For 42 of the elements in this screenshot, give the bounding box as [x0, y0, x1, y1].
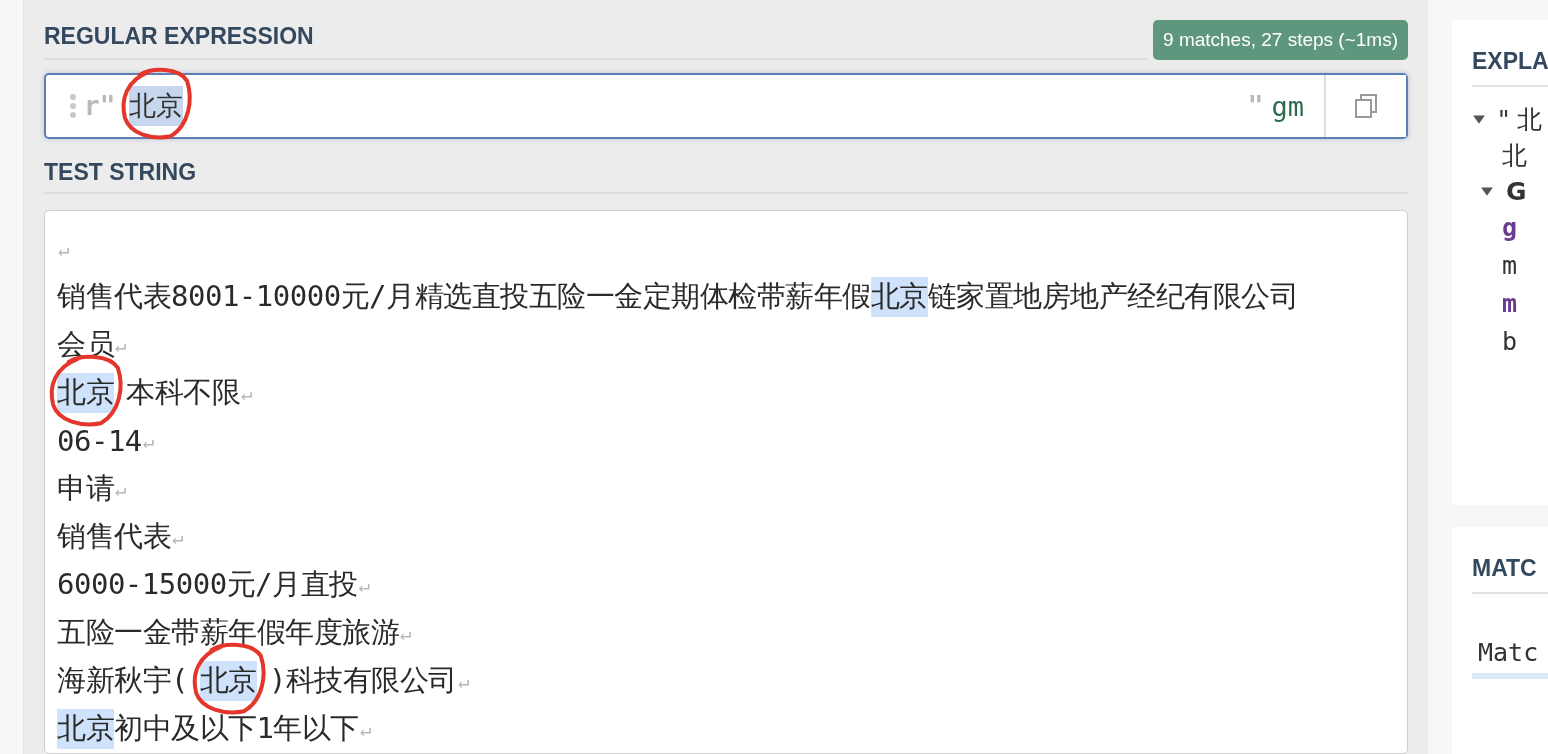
token-text: g [1502, 212, 1518, 244]
section-title: MATC [1472, 547, 1548, 594]
newline-mark: ↵ [358, 574, 370, 596]
newline-mark: ↵ [241, 382, 253, 404]
node-label: G [1506, 176, 1527, 206]
test-text: 申请 [57, 470, 114, 507]
test-text: 06-14 [57, 424, 142, 458]
delimiter-text: r" [84, 91, 116, 121]
newline-mark: ↵ [359, 718, 372, 740]
flags-text[interactable]: gm [1271, 90, 1304, 122]
newline-mark: ↵ [115, 478, 127, 500]
section-title: EXPLA [1472, 40, 1548, 87]
newline-mark: ↵ [142, 430, 155, 452]
test-text: 销售代表8001-10000元/月精选直投五险一金定期体检带薪年假 [57, 278, 871, 315]
explanation-text: b [1502, 326, 1518, 358]
result-badge: 9 matches, 27 steps (~1ms) [1153, 20, 1408, 60]
explanation-text: m [1502, 250, 1518, 282]
test-text: 海新秋宇( [57, 662, 188, 699]
test-text: 初中及以下1年以下 [114, 710, 359, 747]
newline-mark: ↵ [400, 622, 412, 644]
test-text: 销售代表 [57, 518, 171, 555]
newline-mark: ↵ [115, 334, 127, 356]
newline-mark: ↵ [457, 670, 470, 692]
match-highlight: 北京 [870, 277, 928, 317]
delimiter-text: " [1247, 91, 1264, 121]
test-text: 本科不限 [126, 374, 240, 411]
node-label: " 北 [1498, 103, 1543, 136]
copy-icon [1354, 93, 1378, 119]
match-row[interactable]: Matc [1472, 634, 1548, 679]
node-label: 北 [1502, 139, 1527, 172]
token-text: m [1502, 288, 1518, 320]
newline-mark: ↵ [172, 526, 184, 548]
test-text: 五险一金带薪年假年度旅游 [57, 614, 399, 651]
newline-mark: ↵ [58, 238, 70, 260]
drag-handle-icon[interactable] [70, 94, 76, 118]
section-title: REGULAR EXPRESSION [44, 23, 1148, 60]
test-text: 6000-15000元/月直投 [57, 566, 358, 603]
test-text: )科技有限公司 [268, 662, 457, 699]
section-title: TEST STRING [44, 159, 1408, 194]
test-text: 链家置地房地产经纪有限公司 [927, 278, 1299, 315]
match-highlight: 北京 [57, 709, 114, 749]
copy-button[interactable] [1324, 75, 1406, 137]
